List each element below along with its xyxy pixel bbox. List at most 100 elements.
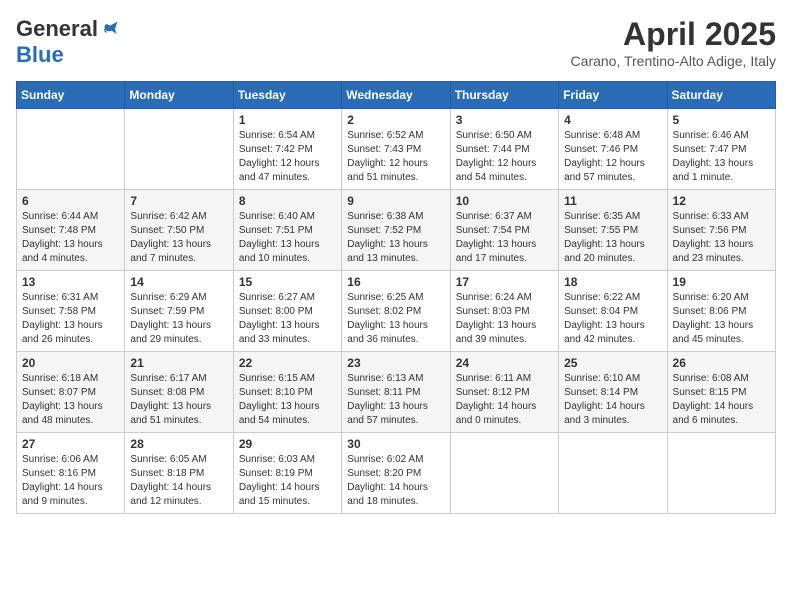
- calendar-table: SundayMondayTuesdayWednesdayThursdayFrid…: [16, 81, 776, 514]
- calendar-cell: 27 Sunrise: 6:06 AM Sunset: 8:16 PM Dayli…: [17, 433, 125, 514]
- day-info: Sunrise: 6:22 AM Sunset: 8:04 PM Dayligh…: [564, 291, 661, 347]
- calendar-cell: [17, 109, 125, 190]
- calendar-title-block: April 2025 Carano, Trentino-Alto Adige, …: [571, 16, 776, 69]
- calendar-week-row-4: 20 Sunrise: 6:18 AM Sunset: 8:07 PM Dayli…: [17, 352, 776, 433]
- day-info: Sunrise: 6:29 AM Sunset: 7:59 PM Dayligh…: [130, 291, 227, 347]
- day-number: 26: [673, 356, 770, 370]
- calendar-week-row-3: 13 Sunrise: 6:31 AM Sunset: 7:58 PM Dayli…: [17, 271, 776, 352]
- day-info: Sunrise: 6:42 AM Sunset: 7:50 PM Dayligh…: [130, 210, 227, 266]
- day-info: Sunrise: 6:27 AM Sunset: 8:00 PM Dayligh…: [239, 291, 336, 347]
- day-info: Sunrise: 6:48 AM Sunset: 7:46 PM Dayligh…: [564, 129, 661, 185]
- calendar-week-row-1: 1 Sunrise: 6:54 AM Sunset: 7:42 PM Daylig…: [17, 109, 776, 190]
- day-info: Sunrise: 6:11 AM Sunset: 8:12 PM Dayligh…: [456, 372, 553, 428]
- calendar-cell: 15 Sunrise: 6:27 AM Sunset: 8:00 PM Dayli…: [233, 271, 341, 352]
- day-number: 27: [22, 437, 119, 451]
- day-number: 23: [347, 356, 444, 370]
- calendar-cell: 17Sunrise: 6:24 AM Sunset: 8:03 PM Dayli…: [450, 271, 558, 352]
- calendar-cell: 26 Sunrise: 6:08 AM Sunset: 8:15 PM Dayli…: [667, 352, 775, 433]
- calendar-cell: 28 Sunrise: 6:05 AM Sunset: 8:18 PM Dayli…: [125, 433, 233, 514]
- day-info: Sunrise: 6:46 AM Sunset: 7:47 PM Dayligh…: [673, 129, 770, 185]
- day-number: 29: [239, 437, 336, 451]
- calendar-cell: 21 Sunrise: 6:17 AM Sunset: 8:08 PM Dayli…: [125, 352, 233, 433]
- location-title: Carano, Trentino-Alto Adige, Italy: [571, 53, 776, 69]
- calendar-cell: 14 Sunrise: 6:29 AM Sunset: 7:59 PM Dayli…: [125, 271, 233, 352]
- calendar-cell: [667, 433, 775, 514]
- calendar-cell: 18 Sunrise: 6:22 AM Sunset: 8:04 PM Dayli…: [559, 271, 667, 352]
- day-number: 17: [456, 275, 553, 289]
- day-info: Sunrise: 6:31 AM Sunset: 7:58 PM Dayligh…: [22, 291, 119, 347]
- page-header: General Blue April 2025 Carano, Trentino…: [16, 16, 776, 69]
- calendar-week-row-2: 6 Sunrise: 6:44 AM Sunset: 7:48 PM Daylig…: [17, 190, 776, 271]
- day-number: 3: [456, 113, 553, 127]
- calendar-cell: [450, 433, 558, 514]
- calendar-header-row: SundayMondayTuesdayWednesdayThursdayFrid…: [17, 82, 776, 109]
- day-number: 7: [130, 194, 227, 208]
- day-info: Sunrise: 6:37 AM Sunset: 7:54 PM Dayligh…: [456, 210, 553, 266]
- day-info: Sunrise: 6:15 AM Sunset: 8:10 PM Dayligh…: [239, 372, 336, 428]
- calendar-cell: 2Sunrise: 6:52 AM Sunset: 7:43 PM Daylig…: [342, 109, 450, 190]
- day-number: 9: [347, 194, 444, 208]
- calendar-cell: 24 Sunrise: 6:11 AM Sunset: 8:12 PM Dayli…: [450, 352, 558, 433]
- calendar-cell: 12Sunrise: 6:33 AM Sunset: 7:56 PM Dayli…: [667, 190, 775, 271]
- calendar-header-monday: Monday: [125, 82, 233, 109]
- day-number: 6: [22, 194, 119, 208]
- day-info: Sunrise: 6:40 AM Sunset: 7:51 PM Dayligh…: [239, 210, 336, 266]
- day-number: 18: [564, 275, 661, 289]
- day-number: 21: [130, 356, 227, 370]
- day-info: Sunrise: 6:08 AM Sunset: 8:15 PM Dayligh…: [673, 372, 770, 428]
- day-info: Sunrise: 6:25 AM Sunset: 8:02 PM Dayligh…: [347, 291, 444, 347]
- logo: General Blue: [16, 16, 120, 68]
- day-info: Sunrise: 6:50 AM Sunset: 7:44 PM Dayligh…: [456, 129, 553, 185]
- calendar-cell: 3 Sunrise: 6:50 AM Sunset: 7:44 PM Daylig…: [450, 109, 558, 190]
- day-number: 20: [22, 356, 119, 370]
- calendar-cell: 13 Sunrise: 6:31 AM Sunset: 7:58 PM Dayli…: [17, 271, 125, 352]
- calendar-cell: 4 Sunrise: 6:48 AM Sunset: 7:46 PM Daylig…: [559, 109, 667, 190]
- day-info: Sunrise: 6:44 AM Sunset: 7:48 PM Dayligh…: [22, 210, 119, 266]
- day-number: 13: [22, 275, 119, 289]
- day-info: Sunrise: 6:54 AM Sunset: 7:42 PM Dayligh…: [239, 129, 336, 185]
- day-info: Sunrise: 6:10 AM Sunset: 8:14 PM Dayligh…: [564, 372, 661, 428]
- calendar-cell: 11 Sunrise: 6:35 AM Sunset: 7:55 PM Dayli…: [559, 190, 667, 271]
- day-number: 14: [130, 275, 227, 289]
- day-number: 8: [239, 194, 336, 208]
- day-info: Sunrise: 6:18 AM Sunset: 8:07 PM Dayligh…: [22, 372, 119, 428]
- day-number: 25: [564, 356, 661, 370]
- day-info: Sunrise: 6:35 AM Sunset: 7:55 PM Dayligh…: [564, 210, 661, 266]
- calendar-cell: 16 Sunrise: 6:25 AM Sunset: 8:02 PM Dayli…: [342, 271, 450, 352]
- calendar-cell: 29Sunrise: 6:03 AM Sunset: 8:19 PM Dayli…: [233, 433, 341, 514]
- logo-blue-text: Blue: [16, 42, 64, 68]
- calendar-cell: 9 Sunrise: 6:38 AM Sunset: 7:52 PM Daylig…: [342, 190, 450, 271]
- day-number: 28: [130, 437, 227, 451]
- calendar-week-row-5: 27 Sunrise: 6:06 AM Sunset: 8:16 PM Dayli…: [17, 433, 776, 514]
- day-number: 16: [347, 275, 444, 289]
- day-info: Sunrise: 6:13 AM Sunset: 8:11 PM Dayligh…: [347, 372, 444, 428]
- day-number: 1: [239, 113, 336, 127]
- calendar-header-tuesday: Tuesday: [233, 82, 341, 109]
- day-number: 5: [673, 113, 770, 127]
- calendar-cell: 20 Sunrise: 6:18 AM Sunset: 8:07 PM Dayli…: [17, 352, 125, 433]
- day-info: Sunrise: 6:38 AM Sunset: 7:52 PM Dayligh…: [347, 210, 444, 266]
- calendar-header-sunday: Sunday: [17, 82, 125, 109]
- day-number: 4: [564, 113, 661, 127]
- day-info: Sunrise: 6:17 AM Sunset: 8:08 PM Dayligh…: [130, 372, 227, 428]
- calendar-cell: 6 Sunrise: 6:44 AM Sunset: 7:48 PM Daylig…: [17, 190, 125, 271]
- calendar-cell: 5 Sunrise: 6:46 AM Sunset: 7:47 PM Daylig…: [667, 109, 775, 190]
- calendar-cell: 8 Sunrise: 6:40 AM Sunset: 7:51 PM Daylig…: [233, 190, 341, 271]
- day-number: 15: [239, 275, 336, 289]
- calendar-cell: 7 Sunrise: 6:42 AM Sunset: 7:50 PM Daylig…: [125, 190, 233, 271]
- day-number: 11: [564, 194, 661, 208]
- calendar-cell: [125, 109, 233, 190]
- day-info: Sunrise: 6:05 AM Sunset: 8:18 PM Dayligh…: [130, 453, 227, 509]
- calendar-cell: 30Sunrise: 6:02 AM Sunset: 8:20 PM Dayli…: [342, 433, 450, 514]
- day-number: 19: [673, 275, 770, 289]
- day-info: Sunrise: 6:33 AM Sunset: 7:56 PM Dayligh…: [673, 210, 770, 266]
- day-number: 2: [347, 113, 444, 127]
- month-title: April 2025: [571, 16, 776, 53]
- day-number: 24: [456, 356, 553, 370]
- calendar-cell: 23 Sunrise: 6:13 AM Sunset: 8:11 PM Dayli…: [342, 352, 450, 433]
- day-info: Sunrise: 6:20 AM Sunset: 8:06 PM Dayligh…: [673, 291, 770, 347]
- calendar-header-friday: Friday: [559, 82, 667, 109]
- day-info: Sunrise: 6:06 AM Sunset: 8:16 PM Dayligh…: [22, 453, 119, 509]
- calendar-header-saturday: Saturday: [667, 82, 775, 109]
- day-number: 10: [456, 194, 553, 208]
